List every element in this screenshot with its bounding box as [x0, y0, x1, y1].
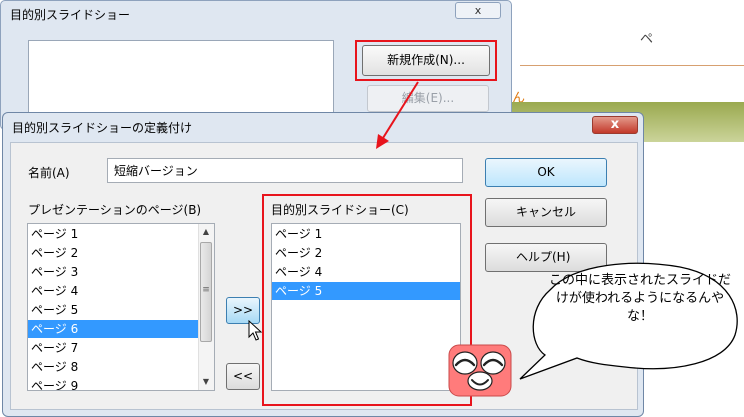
scroll-down-arrow-icon[interactable]: ▼ — [198, 375, 214, 389]
new-button-highlight — [355, 40, 497, 81]
edit-custom-show-button: 編集(E)... — [367, 85, 489, 112]
presentation-page-item[interactable]: ページ 4 — [28, 282, 198, 300]
presentation-page-item[interactable]: ページ 6 — [28, 320, 198, 338]
presentation-pages-label: プレゼンテーションのページ(B) — [28, 203, 202, 217]
scrollbar-grip-icon: ≡ — [202, 285, 210, 295]
presentation-page-item[interactable]: ページ 7 — [28, 339, 198, 357]
presentation-page-item[interactable]: ページ 8 — [28, 358, 198, 376]
remove-page-button[interactable]: << — [226, 363, 260, 390]
callout-text: この中に表示されたスライドだけが使われるようになるんやな！ — [548, 273, 731, 324]
cancel-button[interactable]: キャンセル — [485, 198, 607, 227]
dialog-title: 目的別スライドショーの定義付け — [12, 121, 193, 135]
name-label: 名前(A) — [28, 166, 70, 180]
show-name-input[interactable] — [107, 158, 463, 183]
smiley-mascot-icon — [448, 344, 512, 397]
ok-button[interactable]: OK — [485, 158, 607, 187]
presentation-page-item[interactable]: ページ 5 — [28, 301, 198, 319]
background-close-button[interactable]: x — [455, 2, 501, 19]
custom-list-highlight — [262, 194, 472, 406]
background-slide-area — [512, 0, 744, 102]
background-text-fragment: ペ — [640, 32, 654, 47]
presentation-pages-list[interactable]: ページ 1 ページ 2 ページ 3 ページ 4 ページ 5 ページ 6 ページ 7 ページ 8… — [27, 223, 215, 391]
presentation-page-item[interactable]: ページ 2 — [28, 244, 198, 262]
presentation-page-item[interactable]: ページ 1 — [28, 225, 198, 243]
dialog-close-button[interactable]: x — [592, 116, 638, 134]
scroll-up-arrow-icon[interactable]: ▲ — [198, 225, 214, 239]
presentation-page-item[interactable]: ページ 3 — [28, 263, 198, 281]
background-dialog-title: 目的別スライドショー — [10, 8, 131, 22]
background-divider — [520, 65, 744, 66]
presentation-page-item[interactable]: ページ 9 — [28, 377, 198, 390]
